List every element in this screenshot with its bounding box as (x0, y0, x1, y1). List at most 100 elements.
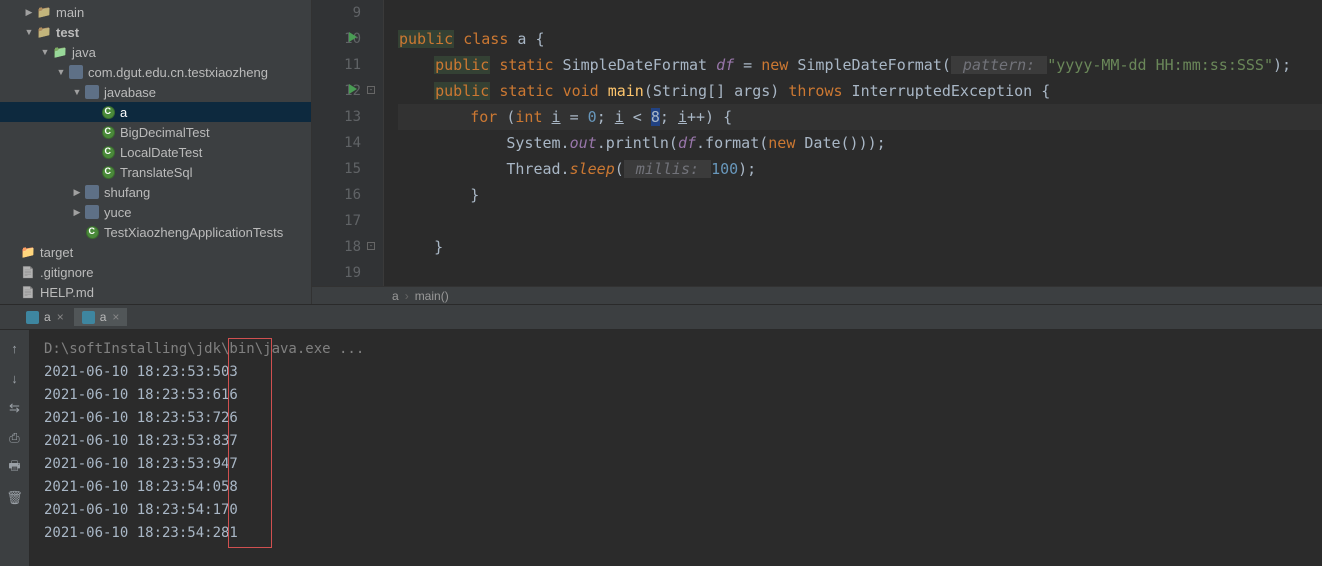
tree-item-main[interactable]: ▶ main (0, 2, 311, 22)
line-number[interactable]: 13 (312, 104, 361, 130)
tree-item-localdatetest[interactable]: LocalDateTest (0, 142, 311, 162)
line-number[interactable]: 9 (312, 0, 361, 26)
package-icon (68, 64, 84, 80)
code-line[interactable] (398, 0, 1322, 26)
expand-arrow-icon[interactable]: ▶ (22, 5, 36, 19)
tree-label: main (56, 5, 84, 20)
tree-item-help-md[interactable]: HELP.md (0, 282, 311, 302)
code-line[interactable]: Thread.sleep( millis: 100); (398, 156, 1322, 182)
tree-label: yuce (104, 205, 131, 220)
tree-item-test[interactable]: ▼ test (0, 22, 311, 42)
code-line[interactable]: for (int i = 0; i < 8; i++) { (398, 104, 1322, 130)
run-tab[interactable]: a× (18, 308, 72, 326)
run-tabs[interactable]: a×a× (0, 304, 1322, 330)
tree-item-com-dgut-edu-cn-testxiaozheng[interactable]: ▼com.dgut.edu.cn.testxiaozheng (0, 62, 311, 82)
line-number[interactable]: 14 (312, 130, 361, 156)
code-line[interactable]: public static SimpleDateFormat df = new … (398, 52, 1322, 78)
breadcrumb-class[interactable]: a (392, 289, 399, 303)
tree-label: BigDecimalTest (120, 125, 210, 140)
tree-item-java[interactable]: ▼ java (0, 42, 311, 62)
tree-item-bigdecimaltest[interactable]: BigDecimalTest (0, 122, 311, 142)
tree-item-translatesql[interactable]: TranslateSql (0, 162, 311, 182)
console-line: 2021-06-10 18:23:53:503 (44, 361, 1322, 384)
tree-item-yuce[interactable]: ▶ yuce (0, 202, 311, 222)
toolbar-button[interactable]: ⎙ (5, 428, 25, 448)
code-line[interactable] (398, 260, 1322, 286)
run-tab[interactable]: a× (74, 308, 128, 326)
code-line[interactable]: public class a { (398, 26, 1322, 52)
code-line[interactable]: public static void main(String[] args) t… (398, 78, 1322, 104)
expand-arrow-icon[interactable]: ▼ (22, 25, 36, 39)
expand-arrow-icon[interactable]: ▼ (38, 45, 52, 59)
folder-icon (20, 244, 36, 260)
expand-arrow-icon[interactable] (86, 165, 100, 179)
expand-arrow-icon[interactable] (6, 285, 20, 299)
expand-arrow-icon[interactable]: ▶ (70, 185, 84, 199)
tree-label: javabase (104, 85, 156, 100)
toolbar-button[interactable]: 🖶 (5, 458, 25, 478)
line-number[interactable]: 17 (312, 208, 361, 234)
expand-arrow-icon[interactable] (6, 245, 20, 259)
tree-label: a (120, 105, 127, 120)
tree-item--gitignore[interactable]: .gitignore (0, 262, 311, 282)
console-line: 2021-06-10 18:23:54:170 (44, 499, 1322, 522)
fold-icon[interactable]: - (367, 86, 375, 94)
code-line[interactable]: } (398, 234, 1322, 260)
console-line: 2021-06-10 18:23:54:058 (44, 476, 1322, 499)
run-icon[interactable] (349, 32, 357, 42)
toolbar-button[interactable]: ↓ (5, 368, 25, 388)
run-config-icon (26, 311, 39, 324)
tree-label: .gitignore (40, 265, 93, 280)
fold-icon[interactable]: - (367, 242, 375, 250)
package-icon (84, 184, 100, 200)
line-number[interactable]: 15 (312, 156, 361, 182)
line-number[interactable]: 18- (312, 234, 361, 260)
console-line: 2021-06-10 18:23:54:281 (44, 522, 1322, 545)
tree-item-shufang[interactable]: ▶shufang (0, 182, 311, 202)
tree-item-javabase[interactable]: ▼ javabase (0, 82, 311, 102)
run-tab-label: a (100, 310, 107, 324)
toolbar-button[interactable]: 🗑 (5, 488, 25, 508)
tree-item-testxiaozhengapplicationtests[interactable]: TestXiaozhengApplicationTests (0, 222, 311, 242)
run-icon[interactable] (349, 84, 357, 94)
expand-arrow-icon[interactable]: ▼ (54, 65, 68, 79)
code-area[interactable]: public class a { public static SimpleDat… (384, 0, 1322, 286)
toolbar-button[interactable]: ↑ (5, 338, 25, 358)
expand-arrow-icon[interactable] (70, 225, 84, 239)
tree-label: java (72, 45, 96, 60)
expand-arrow-icon[interactable]: ▼ (70, 85, 84, 99)
line-number[interactable]: 12- (312, 78, 361, 104)
close-icon[interactable]: × (112, 310, 119, 324)
console-line: 2021-06-10 18:23:53:947 (44, 453, 1322, 476)
code-line[interactable]: } (398, 182, 1322, 208)
line-number[interactable]: 10 (312, 26, 361, 52)
line-number[interactable]: 19 (312, 260, 361, 286)
class-icon (100, 144, 116, 160)
expand-arrow-icon[interactable] (86, 105, 100, 119)
tree-item-target[interactable]: target (0, 242, 311, 262)
folder-icon (36, 4, 52, 20)
line-number[interactable]: 16 (312, 182, 361, 208)
expand-arrow-icon[interactable] (6, 265, 20, 279)
console-toolbar[interactable]: ↑ ↓ ⇆ ⎙ 🖶 🗑 (0, 330, 30, 566)
close-icon[interactable]: × (57, 310, 64, 324)
breadcrumb[interactable]: a › main() (312, 286, 1322, 304)
code-line[interactable]: System.out.println(df.format(new Date())… (398, 130, 1322, 156)
toolbar-button[interactable]: ⇆ (5, 398, 25, 418)
tree-label: TestXiaozhengApplicationTests (104, 225, 283, 240)
expand-arrow-icon[interactable] (86, 125, 100, 139)
console-line: 2021-06-10 18:23:53:616 (44, 384, 1322, 407)
expand-arrow-icon[interactable] (86, 145, 100, 159)
tree-label: test (56, 25, 79, 40)
project-tree[interactable]: ▶ main ▼ test ▼ java ▼com.dgut.edu.cn.testxiao… (0, 0, 312, 304)
breadcrumb-method[interactable]: main() (415, 289, 449, 303)
line-number[interactable]: 11 (312, 52, 361, 78)
expand-arrow-icon[interactable]: ▶ (70, 205, 84, 219)
tree-item-a[interactable]: a (0, 102, 311, 122)
package-icon (84, 204, 100, 220)
code-editor[interactable]: 9101112-131415161718-19 public class a {… (312, 0, 1322, 304)
console-output[interactable]: D:\softInstalling\jdk\bin\java.exe ...20… (30, 330, 1322, 566)
console-line: 2021-06-10 18:23:53:726 (44, 407, 1322, 430)
tree-label: TranslateSql (120, 165, 193, 180)
code-line[interactable] (398, 208, 1322, 234)
